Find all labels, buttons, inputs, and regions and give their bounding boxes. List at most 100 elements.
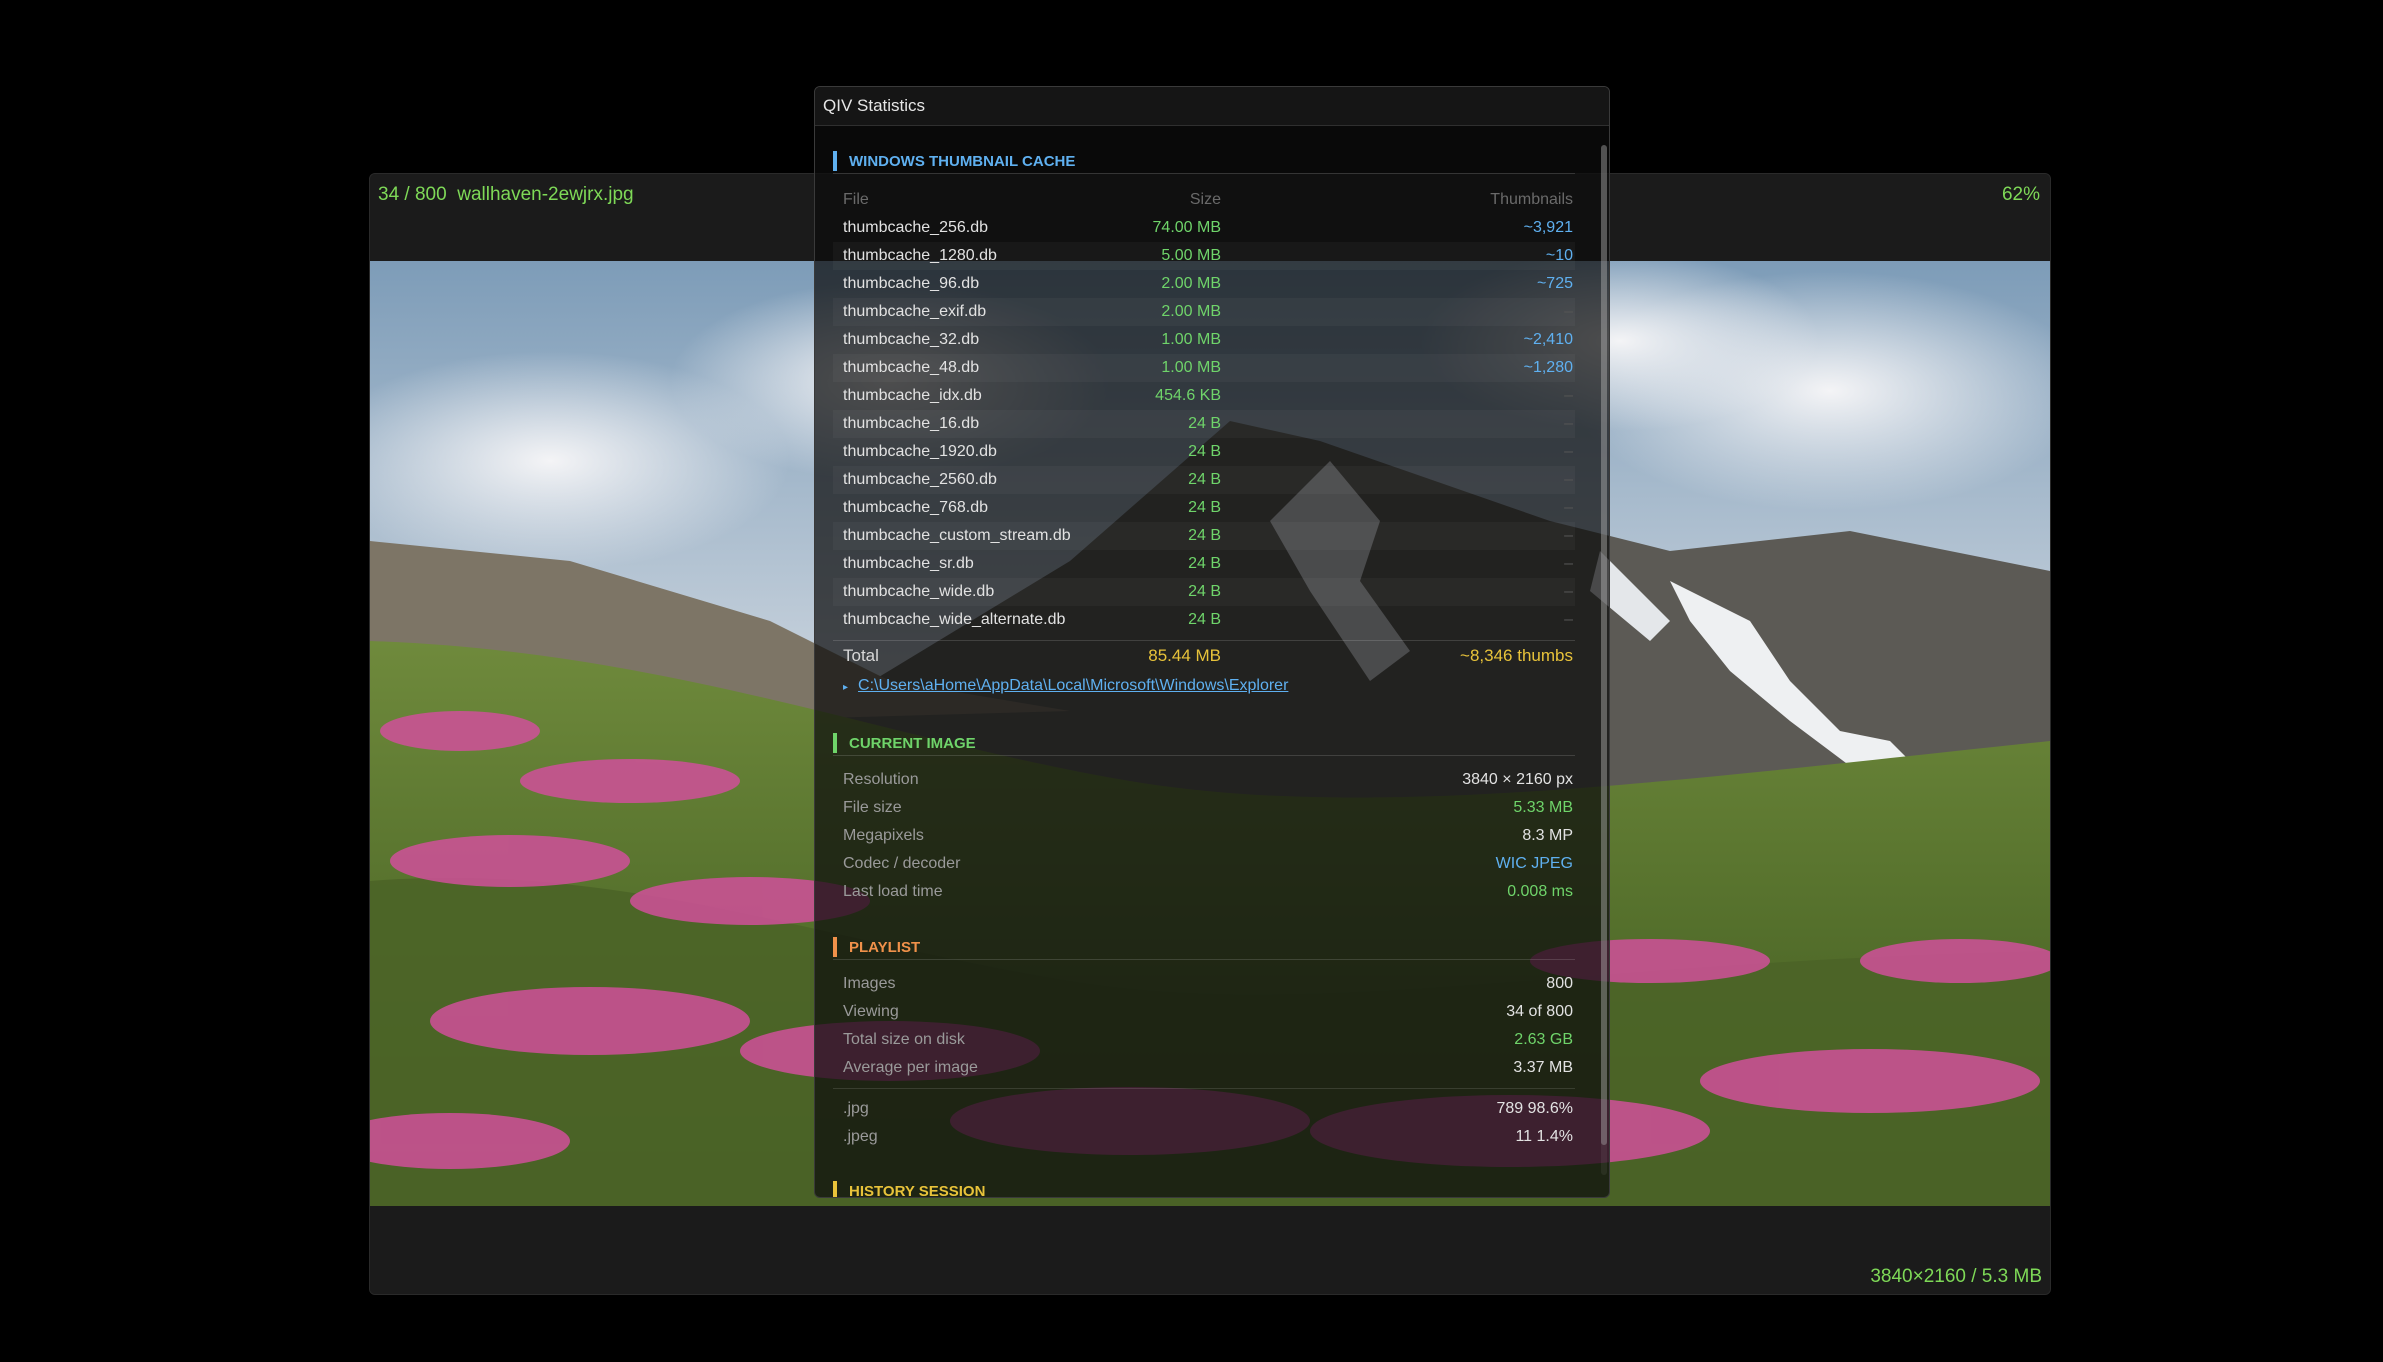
column-header-size: Size — [1189, 191, 1221, 208]
cache-file-size: 24 B — [1188, 555, 1221, 572]
cache-thumb-count: – — [1564, 387, 1573, 404]
table-row: thumbcache_idx.db 454.6 KB – — [833, 382, 1575, 410]
total-size: 85.44 MB — [1148, 646, 1221, 665]
cache-path-row[interactable]: ▸ C:\Users\aHome\AppData\Local\Microsoft\… — [833, 671, 1575, 701]
item-label: Average per image — [843, 1059, 978, 1076]
list-item: Megapixels 8.3 MP — [833, 822, 1575, 850]
cache-file-size: 1.00 MB — [1161, 331, 1221, 348]
thumbnail-cache-total: Total 85.44 MB ~8,346 thumbs — [833, 640, 1575, 671]
section-history: HISTORY SESSION — [833, 1181, 1575, 1197]
cache-file-size: 24 B — [1188, 527, 1221, 544]
item-value: 3.37 MB — [1513, 1059, 1573, 1076]
statistics-panel-title[interactable]: QIV Statistics — [815, 87, 1609, 126]
cache-file-size: 74.00 MB — [1152, 219, 1221, 236]
cache-thumb-count: ~2,410 — [1523, 331, 1573, 348]
divider — [833, 1088, 1575, 1089]
cache-thumb-count: – — [1564, 555, 1573, 572]
table-row: thumbcache_1920.db 24 B – — [833, 438, 1575, 466]
list-item: Images 800 — [833, 970, 1575, 998]
cache-file-size: 454.6 KB — [1155, 387, 1221, 404]
item-value: WIC JPEG — [1495, 855, 1573, 872]
table-row: thumbcache_96.db 2.00 MB ~725 — [833, 270, 1575, 298]
list-item: .jpeg 11 1.4% — [833, 1123, 1575, 1151]
section-heading-playlist: PLAYLIST — [833, 937, 1575, 960]
item-label: Codec / decoder — [843, 855, 961, 872]
image-filename: wallhaven-2ewjrx.jpg — [457, 184, 634, 205]
cache-folder-link[interactable]: C:\Users\aHome\AppData\Local\Microsoft\W… — [858, 677, 1288, 694]
item-value: 2.63 GB — [1514, 1031, 1573, 1048]
cache-thumb-count: – — [1564, 471, 1573, 488]
cache-file-name: thumbcache_96.db — [843, 275, 980, 292]
cache-file-name: thumbcache_1280.db — [843, 247, 997, 264]
item-value: 34 of 800 — [1506, 1003, 1573, 1020]
statistics-panel[interactable]: QIV Statistics WINDOWS THUMBNAIL CACHE F… — [814, 86, 1610, 1198]
item-value: 0.008 ms — [1507, 883, 1573, 900]
cache-thumb-count: – — [1564, 303, 1573, 320]
list-item: Viewing 34 of 800 — [833, 998, 1575, 1026]
cache-file-name: thumbcache_1920.db — [843, 443, 997, 460]
table-row: thumbcache_wide.db 24 B – — [833, 578, 1575, 606]
total-label: Total — [843, 646, 879, 665]
section-current-image: CURRENT IMAGE Resolution 3840 × 2160 px Fi… — [833, 733, 1575, 906]
cache-file-name: thumbcache_16.db — [843, 415, 980, 432]
table-row: thumbcache_wide_alternate.db 24 B – — [833, 606, 1575, 634]
column-header-thumbnails: Thumbnails — [1490, 191, 1573, 208]
table-row: thumbcache_1280.db 5.00 MB ~10 — [833, 242, 1575, 270]
item-label: Total size on disk — [843, 1031, 965, 1048]
expand-arrow-icon[interactable]: ▸ — [843, 682, 848, 693]
item-label: Megapixels — [843, 827, 924, 844]
item-value: 11 1.4% — [1515, 1128, 1573, 1145]
section-heading-history: HISTORY SESSION — [833, 1181, 1575, 1197]
item-value: 3840 × 2160 px — [1462, 771, 1573, 788]
viewer-bottom-bar: 3840×2160 / 5.3 MB — [370, 1206, 2050, 1294]
thumbnail-cache-table: thumbcache_256.db 74.00 MB ~3,921 thumbcach… — [833, 214, 1575, 634]
list-item: Codec / decoder WIC JPEG — [833, 850, 1575, 878]
cache-file-size: 24 B — [1188, 443, 1221, 460]
item-label: Images — [843, 975, 896, 992]
item-label: .jpeg — [843, 1128, 878, 1145]
list-item: Last load time 0.008 ms — [833, 878, 1575, 906]
table-row: thumbcache_sr.db 24 B – — [833, 550, 1575, 578]
cache-file-size: 2.00 MB — [1161, 303, 1221, 320]
cache-thumb-count: – — [1564, 443, 1573, 460]
playlist-list: Images 800 Viewing 34 of 800 Total size on d… — [833, 970, 1575, 1082]
cache-file-size: 24 B — [1188, 471, 1221, 488]
cache-file-size: 24 B — [1188, 499, 1221, 516]
cache-file-size: 24 B — [1188, 611, 1221, 628]
zoom-level: 62% — [2001, 184, 2040, 205]
current-image-list: Resolution 3840 × 2160 px File size 5.33 MB… — [833, 766, 1575, 906]
statistics-scrollbar[interactable] — [1601, 145, 1607, 1175]
scrollbar-thumb[interactable] — [1601, 145, 1607, 1145]
cache-thumb-count: ~1,280 — [1523, 359, 1573, 376]
total-thumbs: ~8,346 thumbs — [1460, 646, 1573, 665]
cache-thumb-count: – — [1564, 527, 1573, 544]
section-thumbnail-cache: WINDOWS THUMBNAIL CACHE File Size Thumbn… — [833, 151, 1575, 701]
image-dimensions-size: 3840×2160 / 5.3 MB — [1870, 1266, 2042, 1287]
list-item: Average per image 3.37 MB — [833, 1054, 1575, 1082]
item-label: .jpg — [843, 1100, 869, 1117]
column-header-file: File — [843, 191, 869, 208]
list-item: .jpg 789 98.6% — [833, 1095, 1575, 1123]
table-row: thumbcache_48.db 1.00 MB ~1,280 — [833, 354, 1575, 382]
table-row: thumbcache_16.db 24 B – — [833, 410, 1575, 438]
cache-file-size: 24 B — [1188, 415, 1221, 432]
cache-file-name: thumbcache_768.db — [843, 499, 988, 516]
cache-file-name: thumbcache_idx.db — [843, 387, 982, 404]
cache-thumb-count: – — [1564, 415, 1573, 432]
item-value: 789 98.6% — [1496, 1100, 1573, 1117]
item-label: Last load time — [843, 883, 943, 900]
table-row: thumbcache_32.db 1.00 MB ~2,410 — [833, 326, 1575, 354]
cache-thumb-count: – — [1564, 611, 1573, 628]
cache-thumb-count: – — [1564, 499, 1573, 516]
item-label: File size — [843, 799, 902, 816]
table-row: thumbcache_768.db 24 B – — [833, 494, 1575, 522]
section-heading-current-image: CURRENT IMAGE — [833, 733, 1575, 756]
cache-file-name: thumbcache_32.db — [843, 331, 980, 348]
section-playlist: PLAYLIST Images 800 Viewing 34 of 800 Total … — [833, 937, 1575, 1151]
table-row: thumbcache_2560.db 24 B – — [833, 466, 1575, 494]
cache-file-name: thumbcache_256.db — [843, 219, 988, 236]
item-label: Viewing — [843, 1003, 899, 1020]
section-heading-thumbnail-cache: WINDOWS THUMBNAIL CACHE — [833, 151, 1575, 174]
cache-file-name: thumbcache_exif.db — [843, 303, 987, 320]
cache-file-size: 2.00 MB — [1161, 275, 1221, 292]
